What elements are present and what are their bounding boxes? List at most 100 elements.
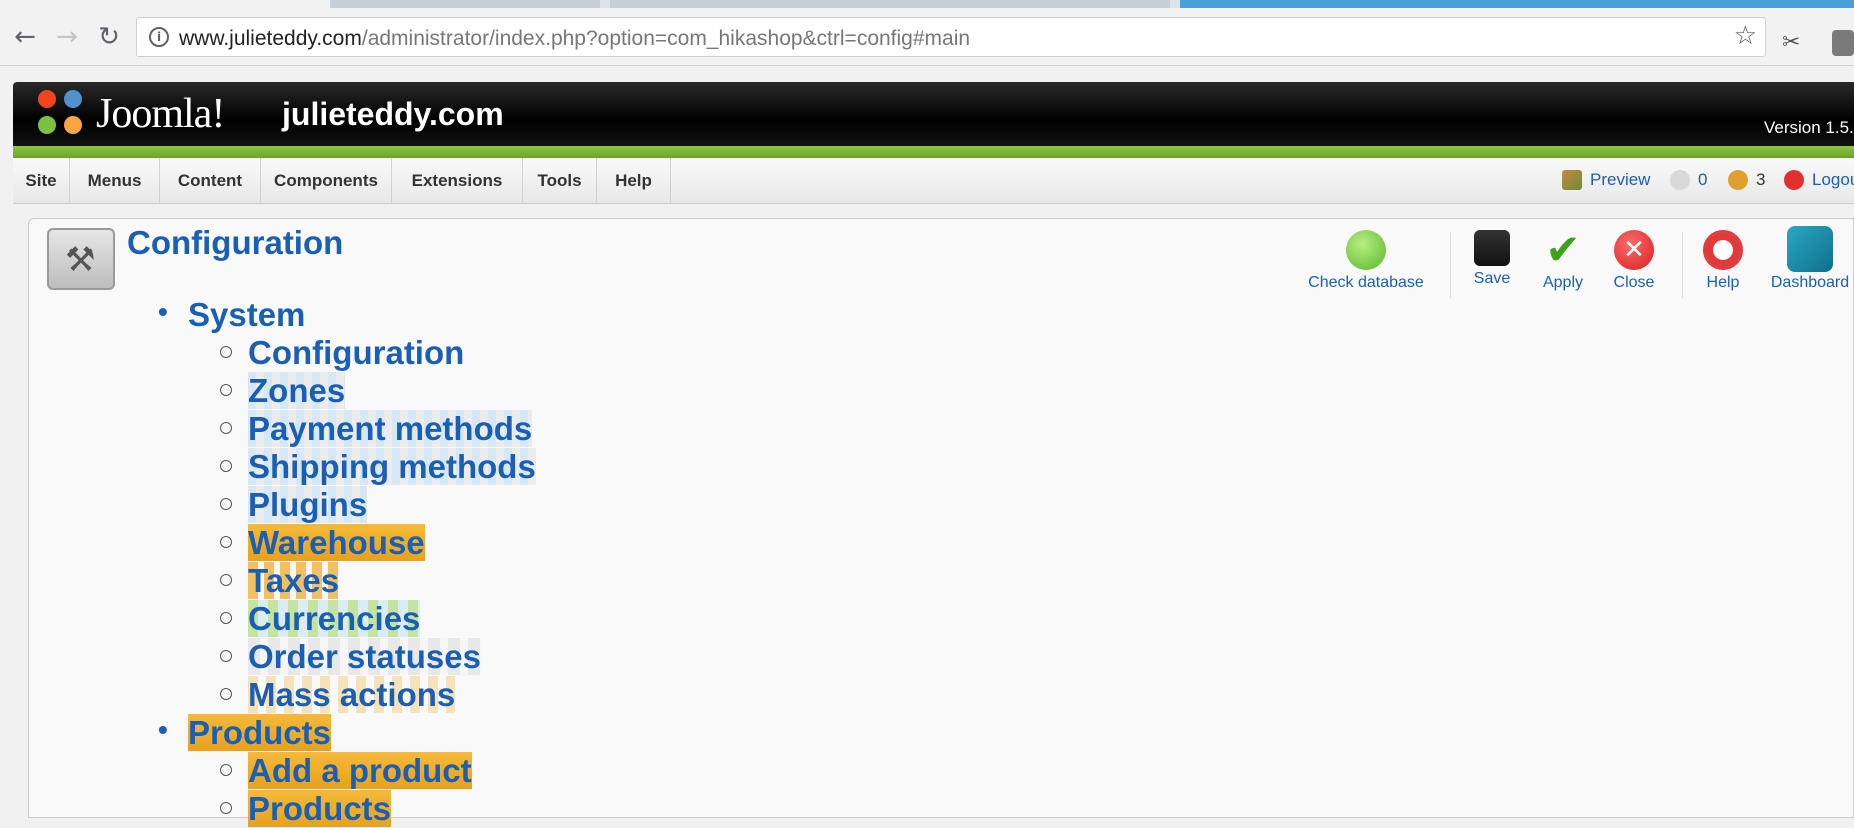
tree-item-configuration[interactable]: Configuration xyxy=(220,334,465,372)
circle-bullet xyxy=(220,612,232,624)
floppy-disk-icon xyxy=(1474,230,1510,266)
extension-scissors-icon[interactable]: ✂ xyxy=(1782,30,1808,56)
circle-bullet xyxy=(220,498,232,510)
extension-icon[interactable] xyxy=(1832,30,1854,56)
tree-label: Payment methods xyxy=(248,410,533,447)
menu-site[interactable]: Site xyxy=(13,158,70,204)
lifebuoy-icon xyxy=(1703,230,1743,270)
tree-label: Add a product xyxy=(248,752,472,789)
tree-item-zones[interactable]: Zones xyxy=(220,372,346,410)
tree-item-products[interactable]: Products xyxy=(158,714,332,752)
tree-item-system[interactable]: System xyxy=(158,296,306,334)
joomla-mark-icon xyxy=(38,90,86,138)
tree-item-taxes[interactable]: Taxes xyxy=(220,562,340,600)
site-name: julieteddy.com xyxy=(282,96,504,132)
dashboard-icon xyxy=(1787,226,1833,272)
joomla-logo: Joomla! xyxy=(38,89,225,139)
close-icon: ✕ xyxy=(1614,230,1654,270)
logout-icon xyxy=(1784,170,1804,190)
preview-icon xyxy=(1562,170,1582,190)
url-text[interactable]: www.julieteddy.com/administrator/index.p… xyxy=(179,27,970,51)
tree-item-mass-actions[interactable]: Mass actions xyxy=(220,676,456,714)
users-value: 3 xyxy=(1756,170,1766,189)
circle-bullet xyxy=(220,346,232,358)
joomla-wordmark: Joomla! xyxy=(96,91,225,137)
tree-label: Configuration xyxy=(248,334,465,371)
upload-arrow-icon xyxy=(1346,230,1386,270)
tree-label: Zones xyxy=(248,372,346,409)
page-title: Configuration xyxy=(127,224,344,261)
tree-label: Products xyxy=(188,714,332,751)
tree-item-payment-methods[interactable]: Payment methods xyxy=(220,410,533,448)
menu-components[interactable]: Components xyxy=(261,158,392,204)
browser-tab-highlight[interactable] xyxy=(1180,0,1854,8)
check-database-label: Check database xyxy=(1308,274,1424,291)
circle-bullet xyxy=(220,384,232,396)
tree-item-plugins[interactable]: Plugins xyxy=(220,486,368,524)
menu-extensions[interactable]: Extensions xyxy=(392,158,523,204)
close-button[interactable]: ✕ Close xyxy=(1608,230,1660,292)
tree-label: Warehouse xyxy=(248,524,425,561)
browser-tab[interactable] xyxy=(610,0,1170,8)
url-path: /administrator/index.php?option=com_hika… xyxy=(361,27,971,50)
forward-icon[interactable]: → xyxy=(52,22,82,52)
menu-help[interactable]: Help xyxy=(597,158,671,204)
users-icon xyxy=(1728,170,1748,190)
preview-label: Preview xyxy=(1590,170,1651,189)
circle-bullet xyxy=(220,688,232,700)
dashboard-label: Dashboard xyxy=(1770,274,1850,291)
apply-button[interactable]: ✔ Apply xyxy=(1536,225,1590,292)
apply-label: Apply xyxy=(1542,274,1584,291)
help-label: Help xyxy=(1706,274,1740,291)
checkmark-icon: ✔ xyxy=(1545,225,1581,274)
tree-label: Shipping methods xyxy=(248,448,536,485)
menu-tools[interactable]: Tools xyxy=(523,158,597,204)
logout-label: Logout xyxy=(1812,170,1854,189)
bookmark-star-icon[interactable]: ☆ xyxy=(1734,21,1757,51)
tree-item-currencies[interactable]: Currencies xyxy=(220,600,421,638)
check-database-button[interactable]: Check database xyxy=(1306,230,1426,292)
dashboard-button[interactable]: Dashboard xyxy=(1766,226,1854,292)
close-label: Close xyxy=(1613,274,1655,291)
circle-bullet xyxy=(220,802,232,814)
info-icon[interactable]: i xyxy=(149,27,169,47)
circle-bullet xyxy=(220,764,232,776)
tree-item-order-statuses[interactable]: Order statuses xyxy=(220,638,481,676)
address-bar[interactable]: i www.julieteddy.com/administrator/index… xyxy=(136,17,1766,57)
browser-toolbar: ← → ↻ i www.julieteddy.com/administrator… xyxy=(0,8,1854,66)
back-icon[interactable]: ← xyxy=(10,22,40,52)
tree-label: Products xyxy=(248,790,392,827)
reload-icon[interactable]: ↻ xyxy=(94,22,124,52)
tree-item-add-product[interactable]: Add a product xyxy=(220,752,472,790)
browser-tab[interactable] xyxy=(330,0,600,8)
header-stripe xyxy=(13,146,1854,158)
menu-content[interactable]: Content xyxy=(160,158,261,204)
users-count[interactable]: 3 xyxy=(1728,170,1765,190)
messages-value: 0 xyxy=(1698,170,1708,189)
save-label: Save xyxy=(1473,270,1511,287)
url-host: www.julieteddy.com xyxy=(179,27,362,50)
tree-label: Currencies xyxy=(248,600,421,637)
circle-bullet xyxy=(220,422,232,434)
tree-label: Taxes xyxy=(248,562,340,599)
configuration-icon: ⚒ xyxy=(47,228,115,290)
preview-link[interactable]: Preview xyxy=(1562,170,1650,190)
messages-count[interactable]: 0 xyxy=(1670,170,1707,190)
wrench-icon: ⚒ xyxy=(65,240,96,280)
circle-bullet xyxy=(220,650,232,662)
tree-label: Order statuses xyxy=(248,638,481,675)
menu-menus[interactable]: Menus xyxy=(70,158,160,204)
help-button[interactable]: Help xyxy=(1698,230,1748,292)
tree-label: Plugins xyxy=(248,486,368,523)
toolbar-divider xyxy=(1450,232,1451,298)
logout-link[interactable]: Logout xyxy=(1784,170,1854,190)
tree-item-warehouse[interactable]: Warehouse xyxy=(220,524,425,562)
active-tab[interactable] xyxy=(0,0,340,8)
save-button[interactable]: Save xyxy=(1466,230,1518,288)
version-label: Version 1.5.26 xyxy=(1764,118,1854,137)
tree-item-products-list[interactable]: Products xyxy=(220,790,392,828)
toolbar-divider xyxy=(1682,232,1683,298)
tree-label: Mass actions xyxy=(248,676,456,713)
tree-item-shipping-methods[interactable]: Shipping methods xyxy=(220,448,536,486)
messages-icon xyxy=(1670,170,1690,190)
